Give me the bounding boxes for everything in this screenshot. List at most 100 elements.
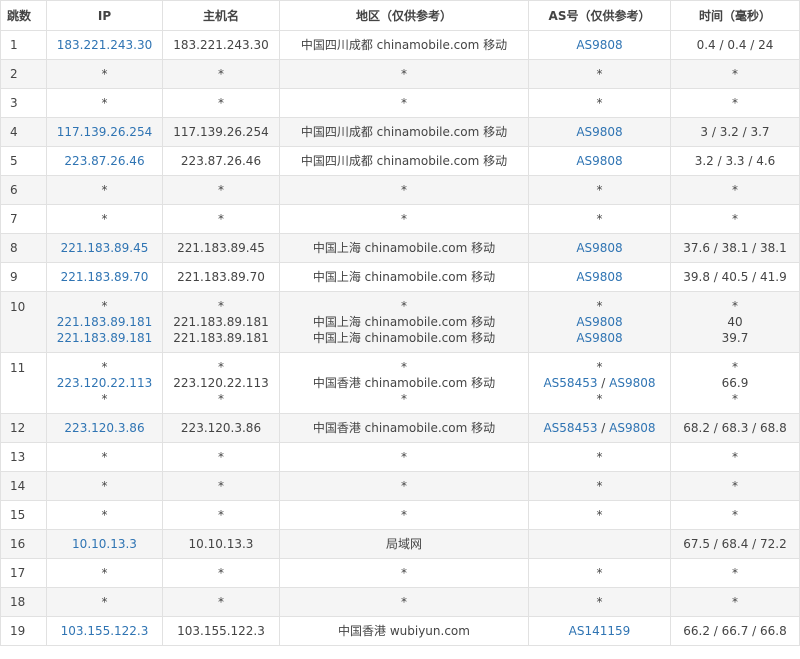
asn-empty: * [596, 67, 603, 81]
ip-cell-line: * [47, 478, 162, 494]
ip-cell-line: * [47, 95, 162, 111]
asn-cell-line: * [529, 182, 670, 198]
hostname-cell-empty: * [218, 566, 224, 580]
table-row: 14 * * * * * [0, 471, 800, 501]
hostname-text: 221.183.89.181 [173, 315, 269, 329]
ip-link[interactable]: 221.183.89.181 [57, 315, 152, 329]
hostname-cell-empty: * [218, 392, 224, 406]
hop-number: 17 [0, 558, 47, 588]
region-cell-empty: * [401, 566, 407, 580]
ip-cell-empty: * [101, 595, 108, 609]
hostname-cell-line: * [163, 359, 279, 375]
hop-number: 13 [0, 442, 47, 472]
ip-link[interactable]: 221.183.89.70 [61, 270, 149, 284]
ip-link[interactable]: 223.120.22.113 [57, 376, 152, 390]
asn-link[interactable]: AS58453 [543, 421, 597, 435]
ip-cell-line: 221.183.89.45 [47, 240, 162, 256]
ip-cell: * [46, 558, 163, 588]
asn-link[interactable]: AS9808 [576, 270, 622, 284]
table-row: 7 * * * * * [0, 204, 800, 234]
time-cell-line: 0.4 / 0.4 / 24 [671, 37, 799, 53]
region-cell-line: * [280, 298, 528, 314]
time-cell-line: 3 / 3.2 / 3.7 [671, 124, 799, 140]
region-cell-line: * [280, 66, 528, 82]
time-cell: * [670, 558, 800, 588]
time-cell: * [670, 500, 800, 530]
asn-link[interactable]: AS9808 [576, 125, 622, 139]
ip-cell-empty: * [101, 96, 108, 110]
asn-link[interactable]: AS9808 [576, 331, 622, 345]
hostname-text: 10.10.13.3 [188, 537, 254, 551]
ip-link[interactable]: 117.139.26.254 [57, 125, 152, 139]
time-cell-empty: * [732, 450, 738, 464]
time-cell-empty: * [732, 508, 738, 522]
table-row: 9 221.183.89.70 221.183.89.70 中国上海 chinamob… [0, 262, 800, 292]
time-cell-line: 39.8 / 40.5 / 41.9 [671, 269, 799, 285]
asn-link[interactable]: AS9808 [609, 376, 655, 390]
asn-cell-line: AS9808 [529, 37, 670, 53]
region-cell-line: * [280, 507, 528, 523]
region-cell-line: 中国上海 chinamobile.com 移动 [280, 330, 528, 346]
hostname-cell: * [162, 471, 280, 501]
asn-link[interactable]: AS9808 [576, 315, 622, 329]
time-text: 3 / 3.2 / 3.7 [700, 125, 770, 139]
ip-link[interactable]: 221.183.89.45 [61, 241, 149, 255]
hostname-cell: 183.221.243.30 [162, 30, 280, 60]
asn-cell: * [528, 204, 671, 234]
ip-link[interactable]: 223.87.26.46 [64, 154, 144, 168]
ip-link[interactable]: 103.155.122.3 [61, 624, 149, 638]
time-cell-line: 66.2 / 66.7 / 66.8 [671, 623, 799, 639]
asn-link[interactable]: AS141159 [569, 624, 631, 638]
ip-cell-empty: * [101, 450, 108, 464]
hostname-cell-line: 221.183.89.45 [163, 240, 279, 256]
hop-number: 3 [0, 88, 47, 118]
region-cell: * [279, 59, 529, 89]
asn-empty: * [596, 212, 603, 226]
time-cell-line: * [671, 66, 799, 82]
hostname-cell-empty: * [218, 508, 224, 522]
time-cell-line: * [671, 565, 799, 581]
ip-link[interactable]: 183.221.243.30 [57, 38, 152, 52]
hop-number: 11 [0, 352, 47, 414]
asn-cell: * AS9808 AS9808 [528, 291, 671, 353]
region-cell: * [279, 558, 529, 588]
hostname-cell-empty: * [218, 212, 224, 226]
region-text: 中国上海 chinamobile.com 移动 [312, 331, 496, 345]
time-text: 39.7 [721, 331, 749, 345]
hostname-text: 223.87.26.46 [180, 154, 262, 168]
ip-cell-empty: * [101, 566, 108, 580]
hop-number: 6 [0, 175, 47, 205]
asn-cell-line: * [529, 359, 670, 375]
asn-link[interactable]: AS9808 [576, 154, 622, 168]
ip-link[interactable]: 221.183.89.181 [57, 331, 152, 345]
time-text: 3.2 / 3.3 / 4.6 [694, 154, 776, 168]
ip-link[interactable]: 223.120.3.86 [64, 421, 144, 435]
ip-cell-line: * [47, 565, 162, 581]
ip-cell-line: * [47, 66, 162, 82]
ip-link[interactable]: 10.10.13.3 [72, 537, 137, 551]
asn-link[interactable]: AS9808 [576, 241, 622, 255]
time-cell-line: * [671, 359, 799, 375]
ip-cell: 223.120.3.86 [46, 413, 163, 443]
hop-number: 14 [0, 471, 47, 501]
asn-cell-line: * [529, 478, 670, 494]
time-cell: * [670, 59, 800, 89]
table-row: 6 * * * * * [0, 175, 800, 205]
region-cell-empty: * [401, 183, 407, 197]
table-row: 13 * * * * * [0, 442, 800, 472]
asn-empty: * [596, 566, 603, 580]
hostname-cell-empty: * [218, 299, 224, 313]
region-text: 中国上海 chinamobile.com 移动 [312, 241, 496, 255]
asn-link[interactable]: AS9808 [609, 421, 655, 435]
asn-link[interactable]: AS9808 [576, 38, 622, 52]
hostname-cell: 223.120.3.86 [162, 413, 280, 443]
region-cell-line: * [280, 478, 528, 494]
asn-link[interactable]: AS58453 [543, 376, 597, 390]
hostname-cell: * [162, 59, 280, 89]
time-cell: 67.5 / 68.4 / 72.2 [670, 529, 800, 559]
table-header-row: 跳数 IP 主机名 地区（仅供参考） AS号（仅供参考） 时间（毫秒） [0, 0, 800, 31]
asn-cell-line: * [529, 565, 670, 581]
time-cell-line: 66.9 [671, 375, 799, 391]
ip-cell-empty: * [101, 183, 108, 197]
asn-cell-line: AS9808 [529, 153, 670, 169]
